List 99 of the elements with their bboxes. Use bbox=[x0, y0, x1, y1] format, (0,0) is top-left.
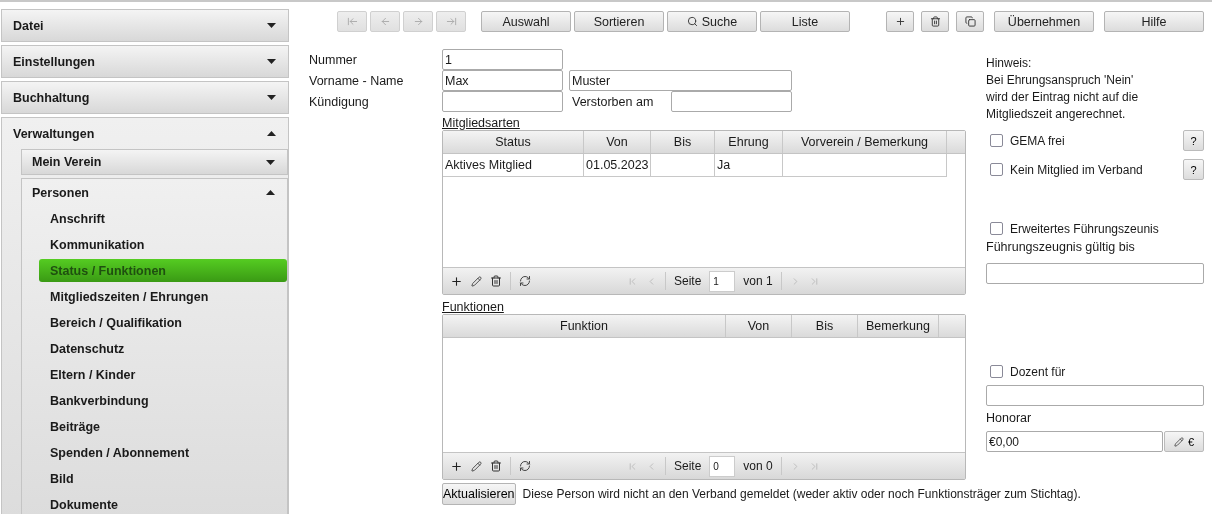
arrow-right-icon bbox=[412, 16, 424, 27]
trash-icon bbox=[490, 460, 502, 472]
nav-group-header[interactable]: Buchhaltung bbox=[2, 82, 288, 113]
field-label: Verstorben am bbox=[572, 94, 655, 109]
nav-item[interactable]: Eltern / Kinder bbox=[39, 362, 287, 388]
toolbar-button[interactable]: Hilfe bbox=[1104, 11, 1204, 32]
icon-button[interactable] bbox=[921, 11, 949, 32]
input-field[interactable] bbox=[986, 385, 1204, 406]
input-field[interactable] bbox=[671, 91, 792, 112]
input-field[interactable]: Muster bbox=[569, 70, 792, 91]
nav-group-header[interactable]: Datei bbox=[2, 10, 288, 41]
arrow-left-icon bbox=[379, 16, 391, 27]
info-text: Diese Person wird nicht an den Verband gemeldet (weder aktiv oder noch Funktionsträger zum Stichtag). bbox=[522, 487, 1081, 501]
toolbar-button[interactable]: Liste bbox=[760, 11, 850, 32]
nav-item[interactable]: Status / Funktionen bbox=[39, 259, 287, 282]
checkbox[interactable] bbox=[990, 222, 1003, 235]
field-label: Nummer bbox=[309, 52, 358, 67]
checkbox[interactable] bbox=[990, 134, 1003, 147]
refresh-button[interactable]: Aktualisieren bbox=[442, 483, 516, 505]
add-icon bbox=[450, 459, 463, 473]
pencil-icon bbox=[471, 460, 482, 472]
last-record-icon bbox=[445, 16, 457, 27]
nav-group-header[interactable]: Einstellungen bbox=[2, 46, 288, 77]
input-field[interactable]: Max bbox=[442, 70, 563, 91]
nav-item[interactable]: Bankverbindung bbox=[39, 388, 287, 414]
toolbar-button[interactable]: Sortieren bbox=[574, 11, 664, 32]
icon-button[interactable] bbox=[886, 11, 914, 32]
help-button[interactable]: ? bbox=[1183, 130, 1204, 151]
collapse-arrow-icon bbox=[267, 131, 276, 136]
hint-text: Hinweis: Bei Ehrungsanspruch 'Nein' wird der Eintrag nicht auf die Mitgliedszeit angerechnet. bbox=[986, 55, 1140, 123]
nav-group-header[interactable]: Mein Verein bbox=[22, 150, 287, 174]
page-input[interactable]: 0 bbox=[709, 455, 736, 477]
column-header[interactable]: Bis bbox=[792, 315, 858, 337]
column-header[interactable]: Status bbox=[443, 131, 584, 153]
nav-item[interactable]: Anschrift bbox=[39, 206, 287, 232]
nav-item[interactable]: Bild bbox=[39, 466, 287, 492]
copy-icon bbox=[964, 16, 976, 27]
page-label: Seite bbox=[674, 274, 702, 288]
add-icon bbox=[450, 274, 463, 288]
input-field[interactable]: 1 bbox=[442, 49, 563, 70]
nav-item[interactable]: Dokumente bbox=[39, 492, 287, 514]
column-header[interactable]: Von bbox=[726, 315, 792, 337]
table-cell: Ja bbox=[715, 154, 783, 177]
section-link[interactable]: Funktionen bbox=[442, 300, 504, 314]
currency-button[interactable]: € bbox=[1164, 431, 1204, 452]
nav-item[interactable]: Spenden / Abonnement bbox=[39, 440, 287, 466]
expand-arrow-icon bbox=[267, 95, 276, 100]
field-label: Honorar bbox=[986, 411, 1033, 425]
column-header[interactable]: Vorverein / Bemerkung bbox=[783, 131, 947, 153]
field-label: Vorname - Name bbox=[309, 73, 405, 88]
nav-item[interactable]: Bereich / Qualifikation bbox=[39, 310, 287, 336]
add-icon bbox=[894, 16, 906, 27]
nav-item[interactable]: Kommunikation bbox=[39, 232, 287, 258]
nav-item[interactable]: Mitgliedszeiten / Ehrungen bbox=[39, 284, 287, 310]
first-page-icon bbox=[627, 460, 638, 472]
trash-icon bbox=[490, 275, 502, 287]
page-count: von 0 bbox=[743, 459, 773, 473]
expand-arrow-icon bbox=[267, 23, 276, 28]
toolbar-button[interactable]: Übernehmen bbox=[994, 11, 1094, 32]
nav-group-header[interactable]: Personen bbox=[22, 179, 287, 206]
field-label: Führungszeugnis gültig bis bbox=[986, 240, 1136, 254]
pencil-icon bbox=[1173, 436, 1184, 447]
input-field[interactable]: €0,00 bbox=[986, 431, 1163, 452]
first-page-icon bbox=[627, 275, 638, 287]
help-button[interactable]: ? bbox=[1183, 159, 1204, 180]
checkbox-label: GEMA frei bbox=[1010, 133, 1065, 148]
page-label: Seite bbox=[674, 459, 702, 473]
expand-arrow-icon bbox=[266, 159, 275, 165]
nav-item[interactable]: Datenschutz bbox=[39, 336, 287, 362]
nav-item[interactable]: Beiträge bbox=[39, 414, 287, 440]
input-field[interactable] bbox=[986, 263, 1204, 284]
search-icon bbox=[686, 16, 698, 27]
column-header[interactable]: Bis bbox=[651, 131, 715, 153]
column-header[interactable]: Bemerkung bbox=[858, 315, 939, 337]
input-field[interactable] bbox=[442, 91, 563, 112]
column-header[interactable]: Ehrung bbox=[715, 131, 783, 153]
expand-arrow-icon bbox=[267, 59, 276, 64]
column-header[interactable]: Funktion bbox=[443, 315, 726, 337]
checkbox-label: Erweitertes Führungszeunis bbox=[1010, 221, 1159, 236]
checkbox[interactable] bbox=[990, 163, 1003, 176]
refresh-icon bbox=[519, 275, 531, 287]
refresh-icon bbox=[519, 460, 531, 472]
page-count: von 1 bbox=[743, 274, 773, 288]
collapse-arrow-icon bbox=[266, 190, 275, 195]
field-label: Kündigung bbox=[309, 94, 370, 109]
toolbar-button[interactable]: Auswahl bbox=[481, 11, 571, 32]
toolbar-button[interactable]: Suche bbox=[667, 11, 757, 32]
table-cell: Aktives Mitglied bbox=[443, 154, 584, 177]
checkbox-label: Kein Mitglied im Verband bbox=[1010, 162, 1143, 177]
table-cell: 01.05.2023 bbox=[584, 154, 651, 177]
nav-group-header[interactable]: Verwaltungen bbox=[2, 118, 288, 149]
page-input[interactable]: 1 bbox=[709, 270, 736, 292]
pencil-icon bbox=[471, 275, 482, 287]
section-link[interactable]: Mitgliedsarten bbox=[442, 116, 520, 130]
column-header[interactable]: Von bbox=[584, 131, 651, 153]
checkbox[interactable] bbox=[990, 365, 1003, 378]
checkbox-label: Dozent für bbox=[1010, 364, 1066, 379]
trash-icon bbox=[929, 16, 941, 27]
first-record-icon bbox=[346, 16, 358, 27]
